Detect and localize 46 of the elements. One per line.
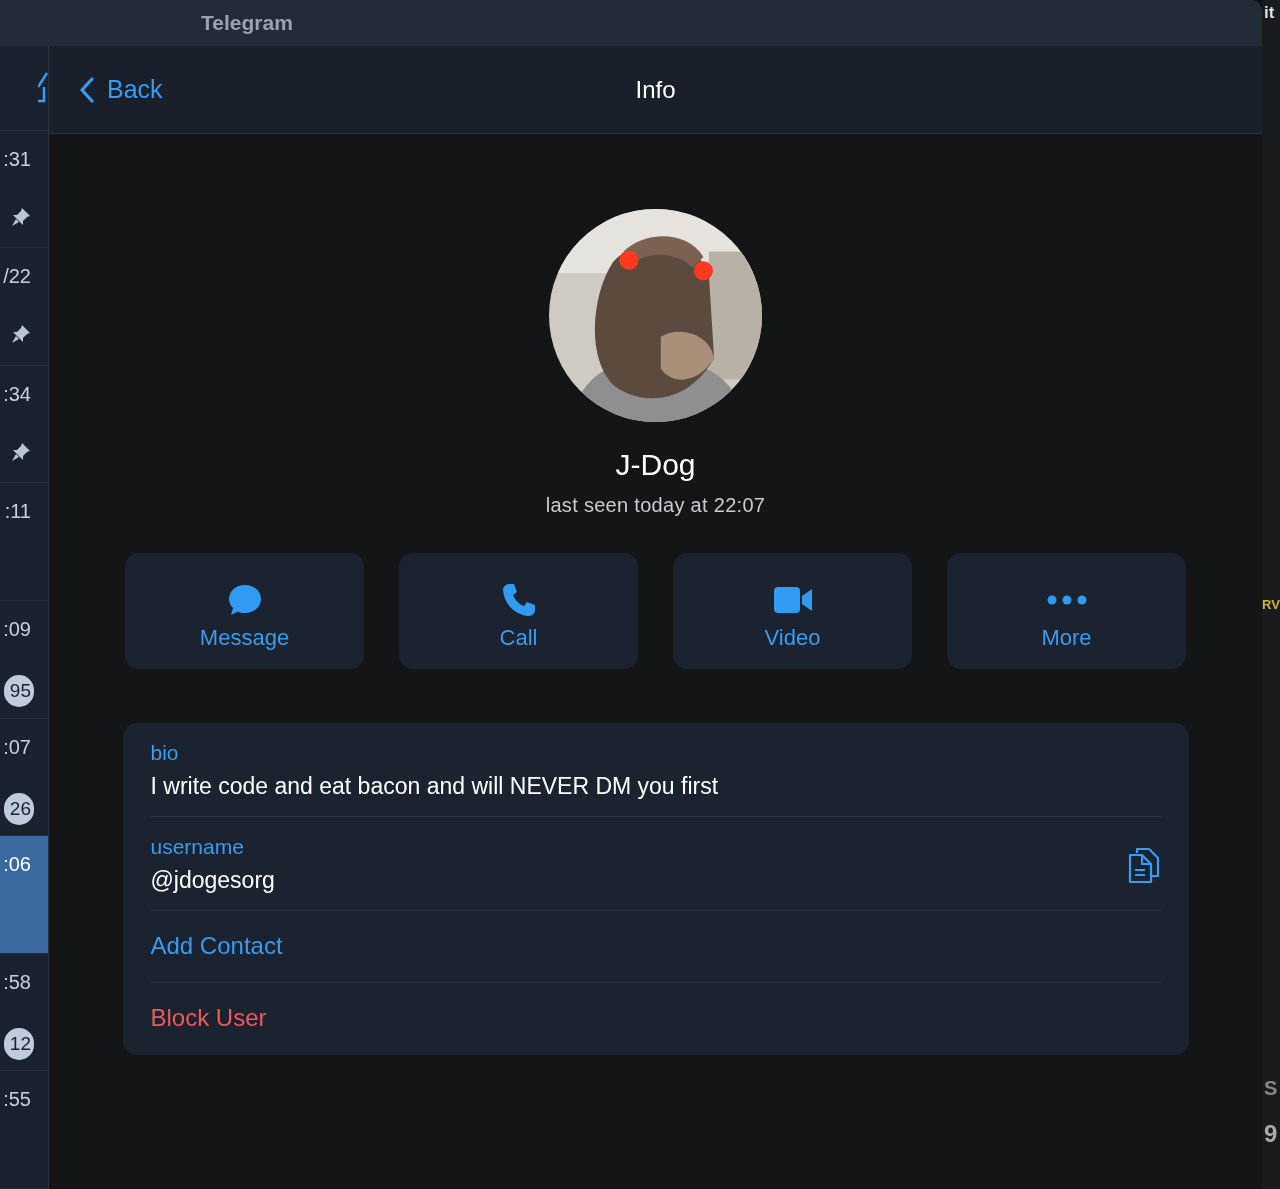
username-text: @jdogesorg [150,867,275,894]
chat-time: :55 [3,1087,31,1112]
background-text: it [1264,4,1275,21]
back-button[interactable]: Back [79,75,163,104]
chat-time: :34 [3,381,31,406]
copy-icon[interactable] [1126,845,1161,884]
background-text: S [1264,1078,1278,1098]
chat-time: :09 [3,616,31,641]
chat-row[interactable]: :34 [0,365,48,484]
chat-time: :07 [3,734,31,759]
background-text: RV [1262,598,1280,611]
chat-row[interactable]: :31 [0,130,48,249]
phone-icon [500,582,537,618]
chat-row[interactable]: :09 95 [0,600,48,719]
unread-badge: 12 [3,1027,34,1060]
chat-time: :11 [4,499,31,524]
call-button[interactable]: Call [399,553,638,669]
add-contact-link[interactable]: Add Contact [150,911,1161,983]
username-label: username [150,835,244,859]
bio-label: bio [150,741,179,765]
background-text: 9 [1264,1122,1278,1146]
chat-row[interactable]: :07 26 [0,718,48,837]
chat-row[interactable]: :55 [0,1071,48,1189]
chat-row[interactable]: :58 12 [0,953,48,1072]
chat-time: :06 [3,852,31,877]
video-button[interactable]: Video [673,553,912,669]
unread-badge: 95 [3,674,34,707]
chat-row[interactable]: :06 [0,836,48,954]
message-button[interactable]: Message [125,553,364,669]
chevron-left-icon [79,76,95,103]
page-title: Info [635,75,676,103]
chat-time: :58 [3,969,31,994]
last-seen-status: last seen today at 22:07 [545,494,766,517]
window-title: Telegram [201,11,293,35]
contact-name: J-Dog [615,448,696,482]
block-user-link[interactable]: Block User [150,983,1161,1055]
chat-row[interactable]: :11 [0,483,48,601]
video-camera-icon [772,586,813,614]
chat-row[interactable]: /22 [0,248,48,366]
speech-bubble-icon [227,584,262,616]
more-button[interactable]: More [947,553,1186,669]
more-icon [1046,595,1087,605]
chat-time: :31 [3,146,31,171]
chat-time: /22 [3,264,31,289]
unread-badge: 26 [3,792,34,825]
bio-text: I write code and eat bacon and will NEVER DM you first [150,773,719,800]
